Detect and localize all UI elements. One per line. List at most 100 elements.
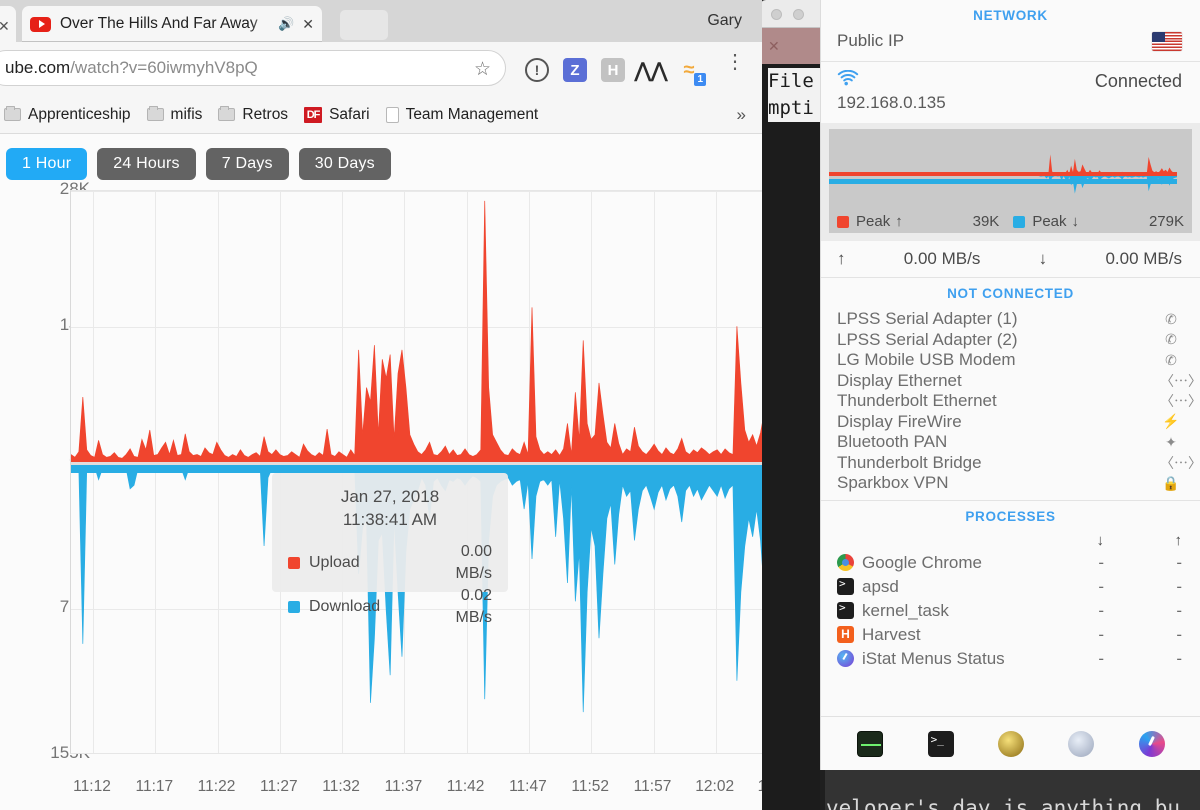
x-tick-label: 11:37 <box>384 778 423 795</box>
tooltip-row-download: Download 0.02 MB/s <box>288 585 492 629</box>
tab-audio-icon[interactable]: 🔊 <box>278 16 294 32</box>
profile-name[interactable]: Gary <box>707 12 742 30</box>
info-icon[interactable]: ! <box>525 58 549 82</box>
tab-close-icon[interactable]: ✕ <box>302 16 314 33</box>
x-tick-label: 11:22 <box>197 778 236 795</box>
bookmark-mifis[interactable]: mifis <box>146 106 202 124</box>
window-dot-2[interactable] <box>793 9 804 20</box>
process-down-value: - <box>1098 648 1104 668</box>
chart-plot-area[interactable] <box>70 190 762 754</box>
network-interface-row[interactable]: LG Mobile USB Modem ✆ <box>821 350 1200 371</box>
network-interface-row[interactable]: LPSS Serial Adapter (1) ✆ <box>821 309 1200 330</box>
globe-icon[interactable] <box>1068 730 1095 757</box>
new-tab-button[interactable] <box>340 10 388 40</box>
close-icon[interactable]: ✕ <box>768 38 780 55</box>
range-button-1-hour[interactable]: 1 Hour <box>6 148 88 180</box>
wifi-row[interactable]: Connected <box>821 62 1200 92</box>
x-tick-label: 11:12 <box>73 778 111 795</box>
network-interface-row[interactable]: LPSS Serial Adapter (2) ✆ <box>821 330 1200 351</box>
istat-menus-icon[interactable] <box>1138 730 1165 757</box>
network-interface-row[interactable]: Sparkbox VPN 🔒 <box>821 473 1200 494</box>
interface-label: Display Ethernet <box>837 370 962 390</box>
process-row[interactable]: kernel_task - - <box>821 599 1200 623</box>
interface-label: Thunderbolt Bridge <box>837 452 982 472</box>
process-label: kernel_task <box>862 600 949 620</box>
upload-arrow-icon: ↑ <box>837 249 846 268</box>
process-row[interactable]: H Harvest - - <box>821 623 1200 647</box>
tab-youtube[interactable]: Over The Hills And Far Away 🔊 ✕ <box>22 6 322 42</box>
network-utility-icon[interactable] <box>997 730 1024 757</box>
network-interface-row[interactable]: Display FireWire ⚡ <box>821 412 1200 433</box>
peak-up-swatch <box>837 215 849 228</box>
peak-down-value: 279K <box>1148 213 1184 230</box>
mini-network-graph[interactable]: Peak ↑ 39K Peak ↓ 279K <box>829 129 1192 233</box>
window-dot-1[interactable] <box>771 9 782 20</box>
bookmarks-bar: Apprenticeship mifis Retros DF Safari Te… <box>0 96 762 134</box>
process-up-value: - <box>1176 648 1182 668</box>
process-row[interactable]: Google Chrome - - <box>821 551 1200 575</box>
upload-rate: ↑ <box>837 249 846 269</box>
wifi-icon-svg <box>837 69 859 86</box>
peaks-extension-icon[interactable]: ⋀⋀ <box>635 58 668 82</box>
network-interface-row[interactable]: Display Ethernet 〈⋯〉 <box>821 371 1200 392</box>
process-label: Google Chrome <box>862 552 983 572</box>
section-header-network: NETWORK <box>973 8 1048 23</box>
range-button-30-days[interactable]: 30 Days <box>298 148 391 180</box>
vpn-lock-icon: 🔒 <box>1162 474 1180 491</box>
public-ip-label: Public IP <box>837 31 905 50</box>
chrome-icon <box>837 554 854 571</box>
x-tick-label: 11:57 <box>633 778 672 795</box>
x-tick-label: 11:47 <box>509 778 547 795</box>
public-ip-row[interactable]: Public IP <box>821 29 1200 61</box>
process-up-value: - <box>1176 552 1182 572</box>
x-tick-label: 11:27 <box>259 778 298 795</box>
chrome-menu-icon[interactable]: ⋮ <box>725 52 745 72</box>
process-name-cell: H Harvest <box>837 625 1026 645</box>
network-interface-row[interactable]: Bluetooth PAN ✦ <box>821 432 1200 453</box>
ethernet-icon: 〈⋯〉 <box>1160 454 1200 471</box>
process-down-value: - <box>1098 624 1104 644</box>
zotero-extension-icon[interactable]: Z <box>563 58 587 82</box>
bookmarks-overflow-icon[interactable]: » <box>737 105 746 125</box>
x-tick-label: 11:52 <box>571 778 610 795</box>
process-name-cell: kernel_task <box>837 601 1026 621</box>
terminal-icon[interactable] <box>927 730 954 757</box>
range-button-7-days[interactable]: 7 Days <box>205 148 289 180</box>
modem-icon: ✆ <box>1165 331 1177 348</box>
process-row[interactable]: iStat Menus Status - - <box>821 647 1200 671</box>
x-tick-label: 12:07 <box>757 778 762 795</box>
process-row[interactable]: apsd - - <box>821 575 1200 599</box>
bookmark-safari[interactable]: DF Safari <box>304 106 370 124</box>
wifi-icon <box>837 69 859 92</box>
activity-monitor-icon[interactable] <box>857 730 884 757</box>
bookmark-star-icon[interactable]: ☆ <box>474 58 491 81</box>
bookmark-retros[interactable]: Retros <box>218 106 288 124</box>
process-down-value: - <box>1098 600 1104 620</box>
firewire-icon: ⚡ <box>1162 413 1180 430</box>
x-tick-label: 11:32 <box>322 778 360 795</box>
peak-down-label: Peak <box>1032 213 1067 230</box>
document-icon <box>385 106 399 123</box>
tab-title: Over The Hills And Far Away <box>60 15 258 32</box>
harvest-icon: H <box>837 626 854 643</box>
interface-label: LPSS Serial Adapter (2) <box>837 329 1018 349</box>
process-label: apsd <box>862 576 899 596</box>
folder-icon <box>146 106 164 121</box>
page-content: 1 Hour 24 Hours 7 Days 30 Days 28K14K0K7… <box>0 134 762 810</box>
network-interface-row[interactable]: Thunderbolt Bridge 〈⋯〉 <box>821 453 1200 474</box>
process-name-cell: Google Chrome <box>837 553 1026 573</box>
tooltip-upload-label: Upload <box>309 554 360 571</box>
range-button-24-hours[interactable]: 24 Hours <box>97 148 196 180</box>
youtube-icon <box>30 16 51 32</box>
previous-tab-close-icon[interactable]: ✕ <box>0 18 10 35</box>
rss-extension-icon[interactable]: ≈ 1 <box>677 58 706 86</box>
bookmark-team-management[interactable]: Team Management <box>385 106 538 124</box>
x-tick-label: 12:02 <box>695 778 735 795</box>
peak-down-swatch <box>1013 215 1026 228</box>
ethernet-icon: 〈⋯〉 <box>1160 393 1200 410</box>
harvest-extension-icon[interactable]: H <box>601 58 625 82</box>
address-bar[interactable]: ube.com/watch?v=60iwmyhV8pQ ☆ <box>0 50 506 86</box>
upload-swatch <box>288 557 300 569</box>
bookmark-apprenticeship[interactable]: Apprenticeship <box>4 106 131 124</box>
network-interface-row[interactable]: Thunderbolt Ethernet 〈⋯〉 <box>821 391 1200 412</box>
